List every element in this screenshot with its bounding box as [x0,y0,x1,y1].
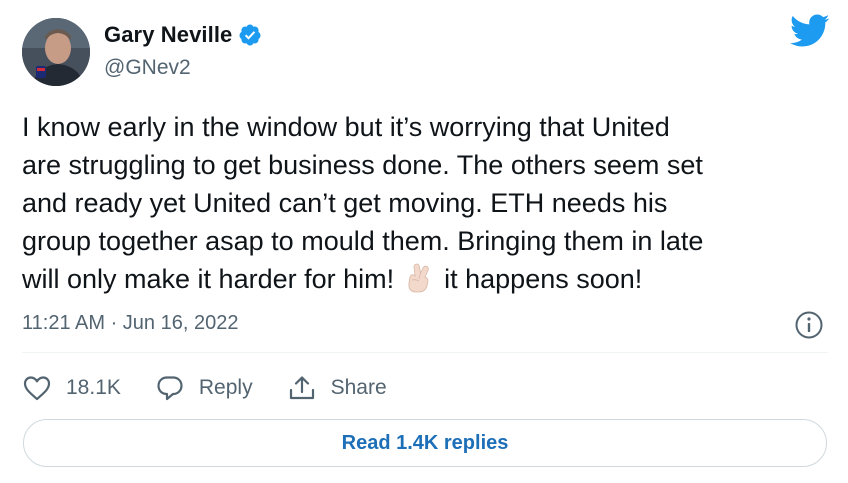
author-avatar[interactable] [22,18,90,86]
like-button[interactable]: 18.1K [22,374,121,402]
reply-button[interactable]: Reply [155,374,253,402]
tweet-text-line: and ready yet United can’t get moving. E… [22,188,668,218]
share-button[interactable]: Share [287,374,387,402]
like-count: 18.1K [66,376,121,399]
avatar-photo-icon [22,18,90,86]
share-upload-icon [289,376,314,400]
tweet-text-line: group together asap to mould them. Bring… [22,226,704,256]
tweet-text-segment: will only make it harder for him! [22,264,395,294]
tweet-actions: 18.1K Reply Share [22,372,421,404]
author-handle[interactable]: @GNev2 [104,56,191,80]
crossed-fingers-emoji-icon [408,263,429,293]
tweet-text-line: are struggling to get business done. The… [22,150,703,180]
tweet-timestamp[interactable]: 11:21 AM · Jun 16, 2022 [22,312,238,335]
tweet-text-line: I know early in the window but it’s worr… [22,112,670,142]
twitter-bird-icon[interactable] [790,14,830,48]
read-replies-button[interactable]: Read 1.4K replies [23,419,827,467]
reply-label: Reply [198,376,253,399]
reply-bubble-icon [157,376,183,401]
info-icon[interactable] [794,310,824,340]
author-name-row: Gary Neville [104,22,262,48]
tweet-card: Gary Neville @GNev2 I know early in the … [0,0,848,483]
divider [22,352,828,353]
tweet-text: I know early in the window but it’s worr… [22,108,832,298]
tweet-text-segment: it happens soon! [444,264,643,294]
heart-icon [23,376,51,401]
verified-badge-icon [239,24,261,46]
share-label: Share [330,376,387,399]
tweet-text-last-line: will only make it harder for him! it hap… [22,260,832,298]
author-display-name[interactable]: Gary Neville [104,22,232,48]
